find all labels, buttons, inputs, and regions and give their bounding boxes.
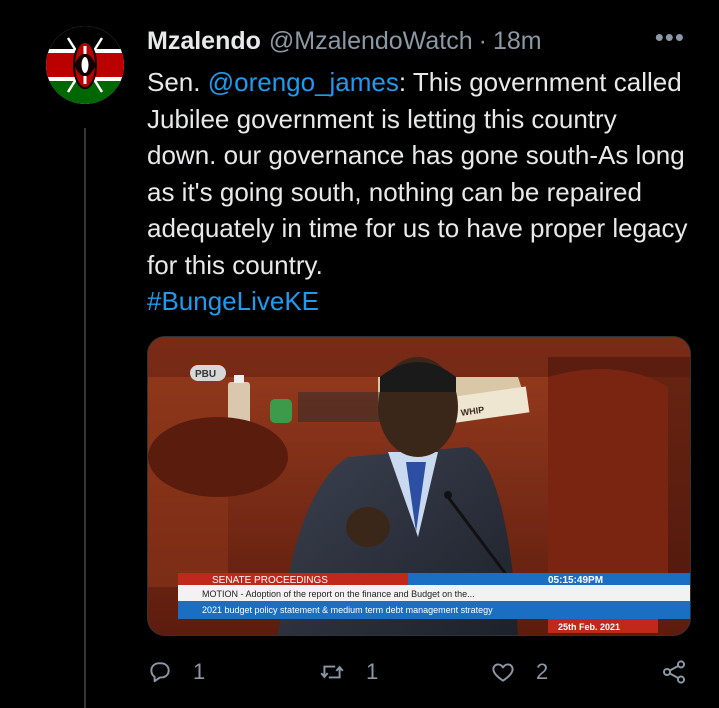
pbu-logo-text: PBU (195, 369, 216, 380)
retweet-icon (320, 665, 344, 679)
heart-icon (492, 663, 514, 682)
avatar[interactable] (46, 26, 124, 104)
retweet-button[interactable]: 1 (318, 659, 490, 685)
share-button[interactable] (660, 658, 688, 686)
thread-line (84, 128, 86, 708)
banner-date: 25th Feb. 2021 (558, 622, 620, 632)
kenya-flag-icon (46, 26, 124, 104)
like-count: 2 (536, 659, 549, 684)
separator-dot: · (478, 26, 487, 55)
hashtag-link[interactable]: #BungeLiveKE (147, 286, 319, 316)
more-options-icon[interactable]: ••• (655, 22, 685, 53)
text-prefix: Sen. (147, 67, 208, 97)
video-frame-image: WHIP PBU SENATE PROCEEDINGS 05:15:49PM M… (148, 337, 690, 635)
user-handle[interactable]: @MzalendoWatch (269, 27, 473, 56)
tweet-media[interactable]: WHIP PBU SENATE PROCEEDINGS 05:15:49PM M… (147, 336, 691, 636)
retweet-count: 1 (366, 659, 379, 684)
reply-button[interactable]: 1 (147, 659, 318, 685)
reply-icon (150, 662, 170, 683)
tweet-actions: 1 1 2 (147, 652, 692, 692)
banner-title: SENATE PROCEEDINGS (212, 575, 328, 586)
share-icon (662, 660, 686, 684)
reply-count: 1 (193, 659, 206, 684)
tweet-text: Sen. @orengo_james: This government call… (147, 64, 692, 320)
display-name[interactable]: Mzalendo (147, 27, 261, 56)
mention-link[interactable]: @orengo_james (208, 67, 399, 97)
banner-time: 05:15:49PM (548, 575, 603, 586)
tweet-header: Mzalendo @MzalendoWatch · 18m (147, 24, 689, 58)
banner-motion: MOTION - Adoption of the report on the f… (202, 589, 475, 599)
text-body: : This government called Jubilee governm… (147, 67, 688, 280)
timestamp[interactable]: 18m (493, 27, 542, 56)
banner-subline: 2021 budget policy statement & medium te… (202, 605, 493, 615)
like-button[interactable]: 2 (490, 659, 660, 685)
